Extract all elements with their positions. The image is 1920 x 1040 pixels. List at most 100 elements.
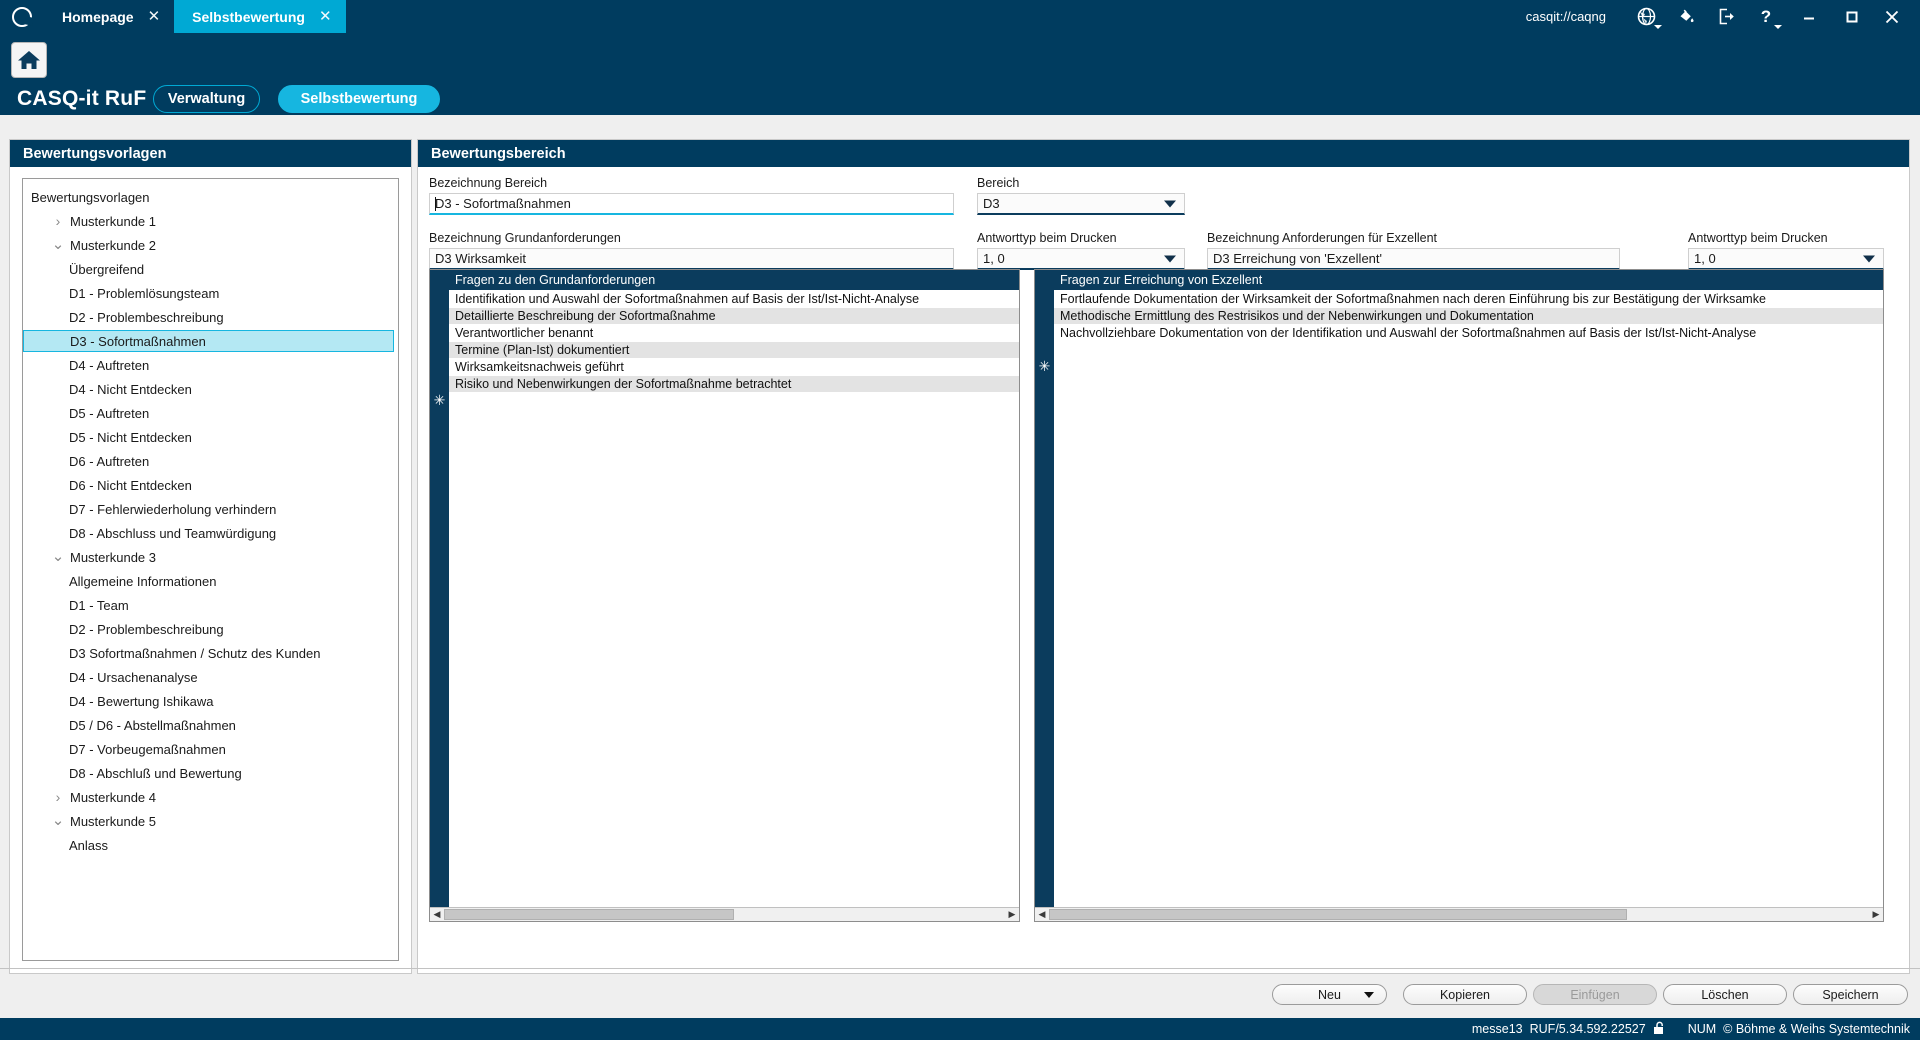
tree-item-d8-abschlu-und-bewertung[interactable]: D8 - Abschluß und Bewertung [23,761,398,785]
language-globe-icon[interactable] [1626,0,1666,33]
chevron-down-icon [1654,25,1662,29]
bezeichnung-bereich-input[interactable]: D3 - Sofortmaßnahmen [429,193,954,215]
grid-exzellent[interactable]: ✳ Fragen zur Erreichung von Exzellent Fo… [1034,269,1884,922]
grid-row[interactable]: Fortlaufende Dokumentation der Wirksamke… [1054,291,1883,308]
tree-item-allgemeine-informationen[interactable]: Allgemeine Informationen [23,569,398,593]
grid-row[interactable]: Methodische Ermittlung des Restrisikos u… [1054,308,1883,325]
grid-row[interactable]: Termine (Plan-Ist) dokumentiert [449,342,1019,359]
maximize-button[interactable] [1832,0,1872,33]
mode-button-selbstbewertung[interactable]: Selbstbewertung [278,85,440,113]
grid-row[interactable]: Nachvollziehbare Dokumentation von der I… [1054,325,1883,342]
tree-item-d2-problembeschreibung[interactable]: D2 - Problembeschreibung [23,617,398,641]
tree-item-d1-team[interactable]: D1 - Team [23,593,398,617]
chevron-right-icon[interactable]: › [48,789,68,805]
bereich-select[interactable]: D3 [977,193,1185,215]
field-bezeichnung-exzellent-label: Bezeichnung Anforderungen für Exzellent [1207,231,1620,245]
chevron-down-icon[interactable]: ⌄ [48,241,68,249]
tree-item-d5-d6-abstellma-nahmen[interactable]: D5 / D6 - Abstellmaßnahmen [23,713,398,737]
tree-item-musterkunde-5[interactable]: ⌄Musterkunde 5 [23,809,398,833]
new-row-marker[interactable]: ✳ [430,393,449,407]
chevron-right-icon[interactable]: › [48,213,68,229]
close-button[interactable] [1872,0,1912,33]
antworttyp-drucken-2-select[interactable]: 1, 0 [1688,248,1884,270]
grid-row[interactable]: Identifikation und Auswahl der Sofortmaß… [449,291,1019,308]
help-icon[interactable]: ? [1746,0,1786,33]
theme-paintbucket-icon[interactable] [1666,0,1706,33]
tab-homepage[interactable]: Homepage ✕ [44,0,174,33]
tree-item-d5-nicht-entdecken[interactable]: D5 - Nicht Entdecken [23,425,398,449]
tab-selbstbewertung-close-icon[interactable]: ✕ [319,9,332,24]
tree-item-musterkunde-4[interactable]: ›Musterkunde 4 [23,785,398,809]
grid-grundanforderungen[interactable]: ✳ Fragen zu den Grundanforderungen Ident… [429,269,1020,922]
grid-exzellent-hscrollbar[interactable]: ◀ ▶ [1035,907,1883,921]
antworttyp-drucken-1-select[interactable]: 1, 0 [977,248,1185,270]
tree-item-d3-sofortma-nahmen-schutz-des-kunden[interactable]: D3 Sofortmaßnahmen / Schutz des Kunden [23,641,398,665]
grid-row[interactable]: Risiko und Nebenwirkungen der Sofortmaßn… [449,376,1019,393]
hscroll-thumb[interactable] [1049,909,1627,920]
grid-row[interactable]: Detaillierte Beschreibung der Sofortmaßn… [449,308,1019,325]
grid-row[interactable]: Wirksamkeitsnachweis geführt [449,359,1019,376]
bereich-value: D3 [983,196,1000,211]
minimize-button[interactable] [1786,0,1832,33]
tree-item-d2-problembeschreibung[interactable]: D2 - Problembeschreibung [23,305,398,329]
hscroll-track[interactable] [444,908,1005,922]
tree-item-musterkunde-3[interactable]: ⌄Musterkunde 3 [23,545,398,569]
assessment-form: Bezeichnung Bereich D3 - Sofortmaßnahmen… [418,168,1909,973]
speichern-button[interactable]: Speichern [1793,984,1908,1005]
application-header: CASQ-it RuF Verwaltung Selbstbewertung [0,33,1920,115]
scroll-left-arrow-icon[interactable]: ◀ [1035,908,1049,922]
unlocked-padlock-icon[interactable] [1653,1021,1666,1038]
mode-button-verwaltung[interactable]: Verwaltung [153,85,260,113]
loeschen-button[interactable]: Löschen [1663,984,1787,1005]
grid-new-row[interactable] [1054,342,1883,359]
tree-item-d5-auftreten[interactable]: D5 - Auftreten [23,401,398,425]
help-glyph: ? [1761,8,1771,25]
logout-icon[interactable] [1706,0,1746,33]
tree-item-d4-auftreten[interactable]: D4 - Auftreten [23,353,398,377]
hscroll-thumb[interactable] [444,909,734,920]
tree-item-d4-nicht-entdecken[interactable]: D4 - Nicht Entdecken [23,377,398,401]
tree-item-d1-probleml-sungsteam[interactable]: D1 - Problemlösungsteam [23,281,398,305]
tree-item-d7-vorbeugema-nahmen[interactable]: D7 - Vorbeugemaßnahmen [23,737,398,761]
kopieren-button[interactable]: Kopieren [1403,984,1527,1005]
bezeichnung-grundanforderungen-input[interactable]: D3 Wirksamkeit [429,248,954,270]
grid-new-row[interactable] [449,393,1019,410]
assessment-area-title: Bewertungsbereich [418,140,1909,167]
grid-grundanforderungen-hscrollbar[interactable]: ◀ ▶ [430,907,1019,921]
grid-grundanforderungen-header: Fragen zu den Grundanforderungen [449,270,1019,291]
tree-item-anlass[interactable]: Anlass [23,833,398,857]
tab-homepage-close-icon[interactable]: ✕ [148,9,161,24]
scroll-right-arrow-icon[interactable]: ▶ [1005,908,1019,922]
tree-item-musterkunde-2[interactable]: ⌄Musterkunde 2 [23,233,398,257]
speichern-button-label: Speichern [1822,988,1878,1002]
hscroll-track[interactable] [1049,908,1869,922]
tree-item-bergreifend[interactable]: Übergreifend [23,257,398,281]
tree-item-d4-ursachenanalyse[interactable]: D4 - Ursachenanalyse [23,665,398,689]
tree-item-d6-nicht-entdecken[interactable]: D6 - Nicht Entdecken [23,473,398,497]
tree-item-d8-abschluss-und-teamw-rdigung[interactable]: D8 - Abschluss und Teamwürdigung [23,521,398,545]
neu-button[interactable]: Neu [1272,984,1387,1005]
grid-exzellent-rows: Fortlaufende Dokumentation der Wirksamke… [1054,291,1883,359]
tree-item-d4-bewertung-ishikawa[interactable]: D4 - Bewertung Ishikawa [23,689,398,713]
home-button[interactable] [11,42,47,78]
tree-item-musterkunde-1[interactable]: ›Musterkunde 1 [23,209,398,233]
chevron-down-icon[interactable]: ⌄ [48,553,68,561]
tab-strip: Homepage ✕ Selbstbewertung ✕ [44,0,346,33]
tree-item-label: D3 - Sofortmaßnahmen [68,334,206,349]
neu-button-label: Neu [1318,988,1341,1002]
chevron-down-icon[interactable]: ⌄ [48,817,68,825]
scroll-left-arrow-icon[interactable]: ◀ [430,908,444,922]
scroll-right-arrow-icon[interactable]: ▶ [1869,908,1883,922]
tree-item-bewertungsvorlagen[interactable]: Bewertungsvorlagen [23,185,398,209]
tree-item-d7-fehlerwiederholung-verhindern[interactable]: D7 - Fehlerwiederholung verhindern [23,497,398,521]
grid-cell-text: Detaillierte Beschreibung der Sofortmaßn… [455,309,716,323]
templates-tree-container[interactable]: Bewertungsvorlagen›Musterkunde 1⌄Musterk… [22,178,399,961]
tree-item-d6-auftreten[interactable]: D6 - Auftreten [23,449,398,473]
tree-item-label: D4 - Ursachenanalyse [67,670,198,685]
tab-selbstbewertung[interactable]: Selbstbewertung ✕ [174,0,345,33]
bezeichnung-exzellent-input[interactable]: D3 Erreichung von 'Exzellent' [1207,248,1620,270]
field-bezeichnung-bereich: Bezeichnung Bereich D3 - Sofortmaßnahmen [429,176,954,215]
new-row-marker[interactable]: ✳ [1035,359,1054,373]
grid-row[interactable]: Verantwortlicher benannt [449,325,1019,342]
tree-item-d3-sofortma-nahmen[interactable]: D3 - Sofortmaßnahmen [23,330,394,352]
